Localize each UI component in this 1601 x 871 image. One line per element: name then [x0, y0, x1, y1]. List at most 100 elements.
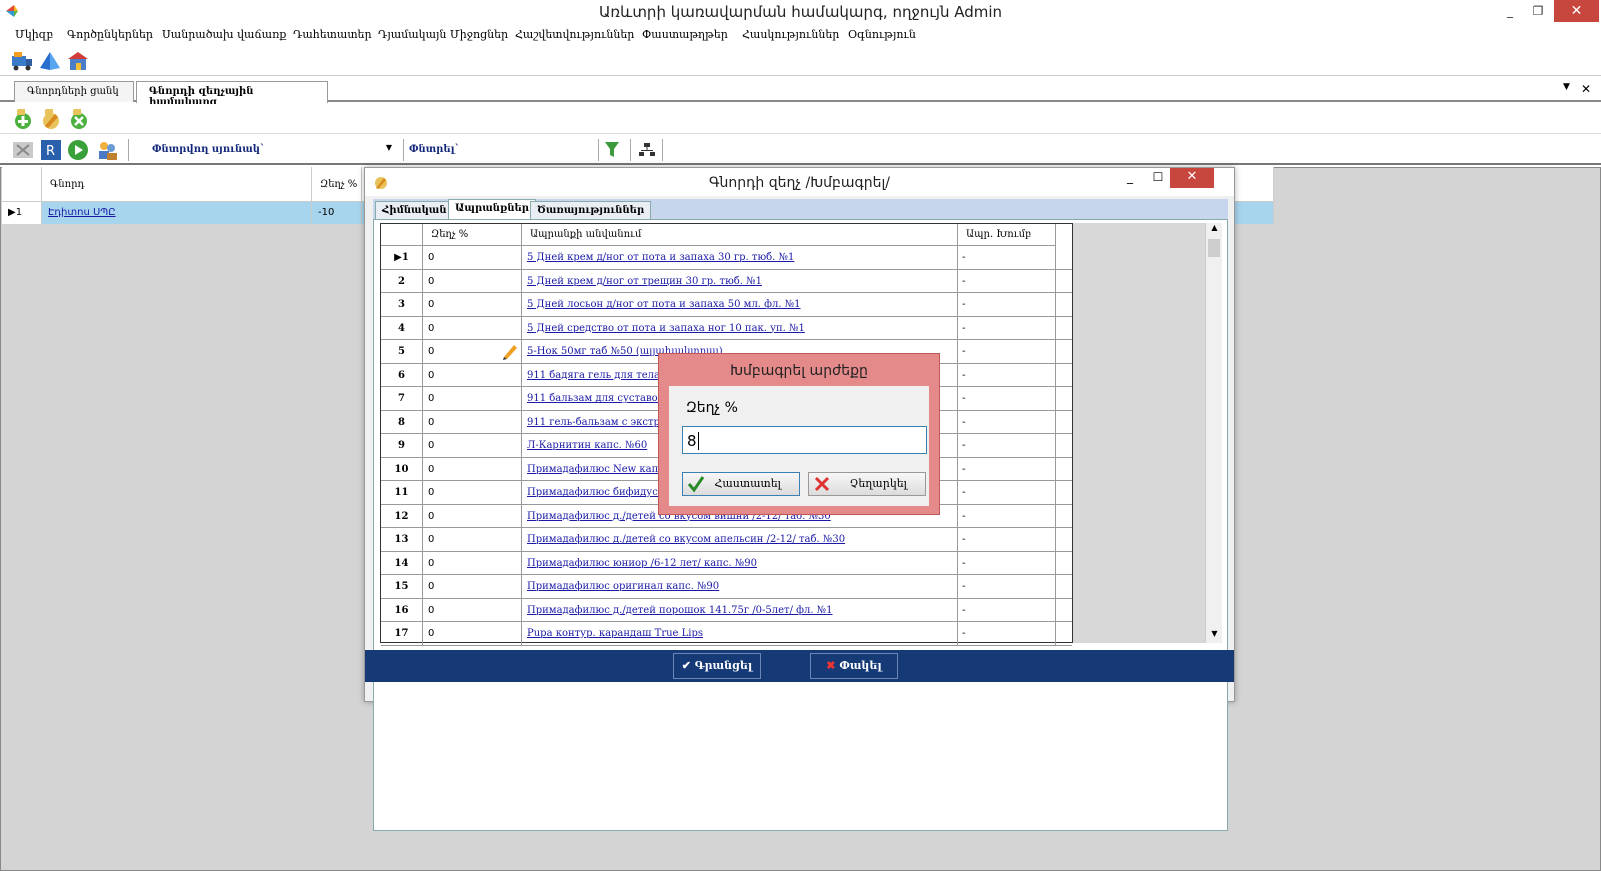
- row-discount-cell[interactable]: 0: [423, 246, 522, 269]
- tab-services[interactable]: Ծառայություններ: [530, 201, 652, 220]
- tab-products[interactable]: Ապրանքներ: [448, 199, 537, 220]
- row-product-group-cell[interactable]: -: [958, 246, 1056, 269]
- cancel-button[interactable]: Չեղարկել: [808, 472, 926, 496]
- row-product-group-cell[interactable]: -: [958, 363, 1056, 387]
- table-row[interactable]: 20 5 Дней крем д/ног от трещин 30 гр. тюб…: [381, 269, 1072, 294]
- row-product-name-cell[interactable]: 5 Дней крем д/ног от пота и запаха 30 гр…: [522, 246, 958, 269]
- tab-close-icon[interactable]: ✕: [1581, 82, 1591, 96]
- row-discount-cell[interactable]: 0: [423, 598, 522, 622]
- row-product-name-cell[interactable]: Примадафилюс оригинал капс. №90: [522, 575, 958, 598]
- delete-icon[interactable]: [68, 108, 90, 130]
- grid-header-product-group[interactable]: Ապր. Խումբ: [958, 224, 1056, 246]
- pyramid-icon[interactable]: [38, 50, 62, 72]
- row-number[interactable]: 8: [381, 410, 423, 434]
- warehouse-truck-icon[interactable]: [10, 50, 34, 72]
- search-input[interactable]: [462, 140, 596, 160]
- row-number[interactable]: 5: [381, 340, 423, 363]
- row-number[interactable]: 13: [381, 528, 423, 551]
- product-link[interactable]: Примадафилюс оригинал капс. №90: [527, 581, 719, 592]
- table-row-customer[interactable]: Էդիտոս ՍՊԸ: [42, 202, 312, 224]
- save-button[interactable]: ✔ Գրանցել: [673, 653, 761, 679]
- row-number[interactable]: 4: [381, 316, 423, 340]
- tab-main[interactable]: Հիմնական: [375, 201, 454, 220]
- grid-header-discount[interactable]: Զեղչ %: [312, 167, 362, 202]
- store-icon[interactable]: [66, 50, 90, 72]
- row-product-name-cell[interactable]: Примадафилюс юниор /6-12 лет/ капс. №90: [522, 551, 958, 575]
- row-discount-cell[interactable]: 0: [423, 269, 522, 293]
- row-number[interactable]: 15: [381, 575, 423, 598]
- product-link[interactable]: 911 бальзам для суставов с: [527, 393, 672, 404]
- row-product-name-cell[interactable]: Pupa контур. карандаш True Lips: [522, 622, 958, 645]
- table-row[interactable]: 40 5 Дней средство от пота и запаха ног 1…: [381, 316, 1072, 341]
- row-product-name-cell[interactable]: Примадафилюс д./детей порошок 141.75г /0…: [522, 598, 958, 622]
- row-product-name-cell[interactable]: 5 Дней средство от пота и запаха ног 10 …: [522, 316, 958, 340]
- menu-item-start[interactable]: Մկիզբ: [15, 28, 53, 41]
- product-link[interactable]: 5 Дней крем д/ног от трещин 30 гр. тюб. …: [527, 276, 762, 287]
- row-number[interactable]: 17: [381, 622, 423, 645]
- menu-item-reports[interactable]: Հաշվետվություններ: [515, 28, 634, 41]
- row-discount-cell[interactable]: 0: [423, 481, 522, 504]
- vertical-scrollbar[interactable]: ▲ ▼: [1205, 223, 1222, 643]
- row-discount-cell[interactable]: 0: [423, 457, 522, 481]
- row-discount-cell[interactable]: 0: [423, 363, 522, 387]
- row-product-group-cell[interactable]: -: [958, 457, 1056, 481]
- table-row[interactable]: 16 0 Примадафилюс д./детей порошок 141.75г…: [381, 598, 1072, 623]
- row-product-group-cell[interactable]: -: [958, 316, 1056, 340]
- table-row[interactable]: 17 0 Pupa контур. карандаш True Lips -: [381, 622, 1072, 646]
- modal-minimize-button[interactable]: _: [1116, 168, 1144, 188]
- restore-button[interactable]: ❐: [1524, 0, 1552, 22]
- row-product-group-cell[interactable]: -: [958, 622, 1056, 645]
- row-product-group-cell[interactable]: -: [958, 528, 1056, 551]
- product-link[interactable]: 911 гель-бальзам с экстр. п: [527, 417, 673, 428]
- menu-item-4[interactable]: Դահետատեր: [293, 28, 372, 41]
- hierarchy-icon[interactable]: [638, 142, 656, 158]
- scroll-up-icon[interactable]: ▲: [1206, 223, 1223, 237]
- menu-item-5[interactable]: Դյամակայն Միջոցներ: [378, 28, 508, 41]
- row-product-group-cell[interactable]: -: [958, 481, 1056, 504]
- row-product-group-cell[interactable]: -: [958, 410, 1056, 434]
- row-discount-cell[interactable]: 0: [423, 434, 522, 457]
- row-number[interactable]: 10: [381, 457, 423, 481]
- tab-customer-discount-system[interactable]: Գնորդի զեղչային համակարգ: [136, 81, 328, 108]
- product-link[interactable]: Примадафилюс юниор /6-12 лет/ капс. №90: [527, 558, 757, 569]
- product-link[interactable]: 5 Дней средство от пота и запаха ног 10 …: [527, 323, 805, 334]
- row-product-group-cell[interactable]: -: [958, 551, 1056, 575]
- row-number[interactable]: 3: [381, 293, 423, 316]
- row-product-group-cell[interactable]: -: [958, 598, 1056, 622]
- menu-item-documents[interactable]: Փաստաթղթեր: [642, 28, 728, 41]
- row-product-group-cell[interactable]: -: [958, 575, 1056, 598]
- row-number[interactable]: 6: [381, 363, 423, 387]
- close-button[interactable]: ✕: [1554, 0, 1599, 22]
- row-product-group-cell[interactable]: -: [958, 504, 1056, 528]
- row-discount-cell[interactable]: 0: [423, 504, 522, 528]
- table-row[interactable]: 14 0 Примадафилюс юниор /6-12 лет/ капс. №…: [381, 551, 1072, 576]
- row-product-group-cell[interactable]: -: [958, 340, 1056, 363]
- row-number[interactable]: 7: [381, 387, 423, 410]
- grid-header-discount[interactable]: Զեղչ %: [423, 224, 522, 246]
- product-link[interactable]: 5 Дней лосьон д/ног от пота и запаха 50 …: [527, 299, 801, 310]
- table-row[interactable]: 30 5 Дней лосьон д/ног от пота и запаха 5…: [381, 293, 1072, 317]
- row-discount-cell[interactable]: 0: [423, 293, 522, 316]
- scroll-down-icon[interactable]: ▼: [1206, 629, 1223, 643]
- product-link[interactable]: 911 бадяга гель для тела от: [527, 370, 675, 381]
- filter-icon[interactable]: [604, 141, 620, 159]
- discount-value-input[interactable]: 8: [682, 426, 927, 454]
- row-product-group-cell[interactable]: -: [958, 434, 1056, 457]
- row-product-name-cell[interactable]: 5 Дней крем д/ног от трещин 30 гр. тюб. …: [522, 269, 958, 293]
- minimize-button[interactable]: _: [1496, 0, 1524, 22]
- row-number[interactable]: 2: [381, 269, 423, 293]
- add-icon[interactable]: [12, 108, 34, 130]
- scroll-thumb[interactable]: [1208, 239, 1220, 257]
- confirm-button[interactable]: Հաստատել: [682, 472, 800, 496]
- menu-item-retail[interactable]: Սանրածախ վաճառք: [162, 28, 286, 41]
- row-product-group-cell[interactable]: -: [958, 269, 1056, 293]
- product-link[interactable]: Pupa контур. карандаш True Lips: [527, 628, 703, 639]
- edit-icon[interactable]: [40, 108, 62, 130]
- row-number[interactable]: 14: [381, 551, 423, 575]
- refresh-icon[interactable]: R: [40, 139, 62, 161]
- clear-icon[interactable]: [12, 140, 34, 160]
- play-icon[interactable]: [67, 139, 89, 161]
- row-product-name-cell[interactable]: Примадафилюс д./детей со вкусом апельсин…: [522, 528, 958, 551]
- modal-maximize-button[interactable]: ☐: [1144, 168, 1172, 188]
- row-discount-cell[interactable]: 0: [423, 551, 522, 575]
